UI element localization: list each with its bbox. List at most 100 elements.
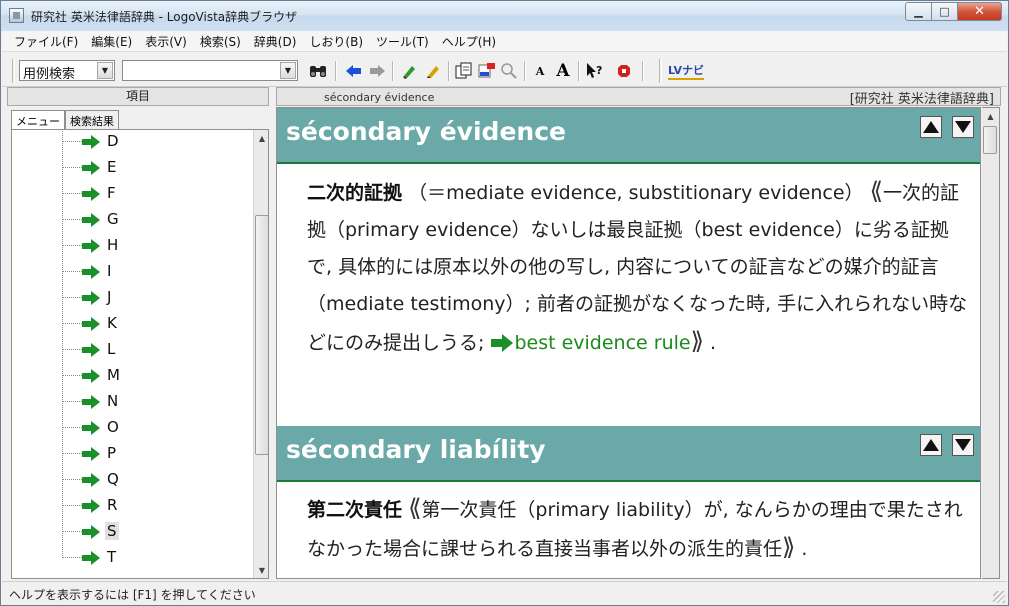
arrow-right-icon bbox=[82, 551, 100, 565]
open-bracket: ⟪ bbox=[408, 494, 422, 522]
menu-edit[interactable]: 編集(E) bbox=[85, 33, 139, 50]
search-input[interactable]: ▼ bbox=[122, 60, 298, 81]
prev-entry-button[interactable] bbox=[920, 434, 942, 456]
scroll-thumb[interactable] bbox=[255, 215, 268, 455]
tree-item[interactable]: N bbox=[12, 375, 252, 415]
forward-arrow-icon[interactable] bbox=[367, 61, 387, 81]
arrow-right-icon bbox=[82, 525, 100, 539]
tree-line bbox=[62, 427, 63, 454]
prev-entry-button[interactable] bbox=[920, 116, 942, 138]
entry-content: sécondary évidence 二次的証拠 （＝mediate evide… bbox=[276, 107, 981, 579]
tree-scrollbar[interactable]: ▲ ▼ bbox=[253, 130, 268, 578]
back-arrow-icon[interactable] bbox=[344, 61, 364, 81]
scroll-up-icon[interactable]: ▲ bbox=[982, 108, 999, 124]
menu-view[interactable]: 表示(V) bbox=[139, 33, 194, 50]
toolbar-separator bbox=[448, 61, 450, 81]
tree-connector bbox=[62, 505, 82, 506]
search-mode-select[interactable]: 用例検索 ▼ bbox=[19, 60, 115, 82]
binoculars-icon[interactable] bbox=[308, 61, 328, 81]
scroll-down-icon[interactable]: ▼ bbox=[254, 562, 268, 578]
marker-icon[interactable] bbox=[399, 61, 419, 81]
tree-line bbox=[62, 193, 63, 220]
tree-connector bbox=[62, 141, 82, 142]
search-mode-value: 用例検索 bbox=[23, 67, 76, 82]
tree-line bbox=[62, 401, 63, 428]
menu-search[interactable]: 検索(S) bbox=[194, 33, 248, 50]
tree-line bbox=[62, 479, 63, 506]
chevron-down-icon[interactable]: ▼ bbox=[97, 62, 113, 79]
menu-dictionary[interactable]: 辞典(D) bbox=[248, 33, 304, 50]
tree-item[interactable]: Q bbox=[12, 453, 252, 493]
maximize-button[interactable]: □ bbox=[932, 2, 958, 21]
pencil-icon[interactable] bbox=[423, 61, 443, 81]
resize-grip[interactable] bbox=[993, 591, 1005, 603]
next-entry-button[interactable] bbox=[952, 434, 974, 456]
arrow-right-icon bbox=[82, 239, 100, 253]
right-panel: sécondary évidence [研究社 英米法律語辞典] séconda… bbox=[276, 87, 1003, 579]
copy-icon[interactable] bbox=[454, 61, 474, 81]
arrow-right-icon bbox=[82, 499, 100, 513]
arrow-right-icon bbox=[82, 473, 100, 487]
tree-item[interactable]: T bbox=[12, 531, 252, 571]
arrow-right-icon bbox=[82, 343, 100, 357]
tree-item[interactable]: D bbox=[12, 130, 252, 155]
tree-item[interactable]: P bbox=[12, 427, 252, 467]
menu-bookmark[interactable]: しおり(B) bbox=[303, 33, 370, 50]
menu-help[interactable]: ヘルプ(H) bbox=[436, 33, 503, 50]
arrow-right-icon bbox=[82, 135, 100, 149]
scroll-thumb[interactable] bbox=[983, 126, 997, 154]
entry-end: . bbox=[801, 538, 808, 560]
font-large-icon[interactable]: A bbox=[553, 61, 573, 81]
tree-item[interactable]: O bbox=[12, 401, 252, 441]
open-bracket: ⟪ bbox=[869, 177, 883, 205]
tree-item[interactable]: J bbox=[12, 271, 252, 311]
tree-item-label: K bbox=[107, 314, 117, 332]
tree-item[interactable]: F bbox=[12, 167, 252, 207]
tree-item-label: I bbox=[107, 262, 112, 280]
tree-item[interactable]: H bbox=[12, 219, 252, 259]
cross-reference-link[interactable]: best evidence rule bbox=[514, 332, 690, 354]
tree-item-label: H bbox=[107, 236, 119, 254]
tree-item[interactable]: L bbox=[12, 323, 252, 363]
minimize-button[interactable]: ▁ bbox=[905, 2, 932, 21]
toolbar-separator bbox=[578, 61, 580, 81]
chevron-down-icon[interactable]: ▼ bbox=[280, 62, 296, 79]
tree-item-label: T bbox=[107, 548, 117, 566]
close-bracket: ⟫ bbox=[690, 327, 704, 355]
left-panel-header: 項目 bbox=[7, 87, 269, 106]
zoom-icon[interactable] bbox=[499, 61, 519, 81]
tab-search-results[interactable]: 検索結果 bbox=[65, 110, 119, 130]
tree-item-label: G bbox=[107, 210, 119, 228]
font-small-icon[interactable]: A bbox=[530, 61, 550, 81]
tree-item-label: N bbox=[107, 392, 119, 410]
close-button[interactable]: ✕ bbox=[958, 2, 1002, 21]
tree-item[interactable]: K bbox=[12, 297, 252, 337]
tree-item[interactable]: S bbox=[12, 505, 252, 545]
app-icon[interactable] bbox=[9, 8, 24, 23]
tree-item[interactable]: G bbox=[12, 193, 252, 233]
tree-item[interactable]: M bbox=[12, 349, 252, 389]
highlight-icon[interactable] bbox=[477, 61, 497, 81]
menu-file[interactable]: ファイル(F) bbox=[8, 33, 85, 50]
tree-item[interactable]: I bbox=[12, 245, 252, 285]
help-icon[interactable]: ? bbox=[585, 61, 605, 81]
close-bracket: ⟫ bbox=[782, 533, 796, 561]
tree-item-label: M bbox=[107, 366, 120, 384]
lv-navi-icon[interactable]: LVナビ bbox=[668, 61, 712, 81]
stop-icon[interactable] bbox=[614, 61, 634, 81]
caption-buttons: ▁ □ ✕ bbox=[905, 2, 1002, 21]
tree-item[interactable]: R bbox=[12, 479, 252, 519]
svg-text:?: ? bbox=[596, 64, 602, 77]
tree-line bbox=[62, 505, 63, 532]
next-entry-button[interactable] bbox=[952, 116, 974, 138]
menu-tools[interactable]: ツール(T) bbox=[370, 33, 436, 50]
lv-navi-label: LVナビ bbox=[668, 62, 705, 80]
toolbar-grip[interactable] bbox=[12, 59, 15, 83]
toolbar-grip[interactable] bbox=[659, 59, 662, 83]
tab-menu[interactable]: メニュー bbox=[11, 110, 65, 131]
tree-item-label: Q bbox=[107, 470, 119, 488]
content-scrollbar[interactable]: ▲ bbox=[982, 107, 1000, 579]
tree-connector bbox=[62, 453, 82, 454]
scroll-up-icon[interactable]: ▲ bbox=[254, 130, 268, 146]
tree-item[interactable]: E bbox=[12, 141, 252, 181]
